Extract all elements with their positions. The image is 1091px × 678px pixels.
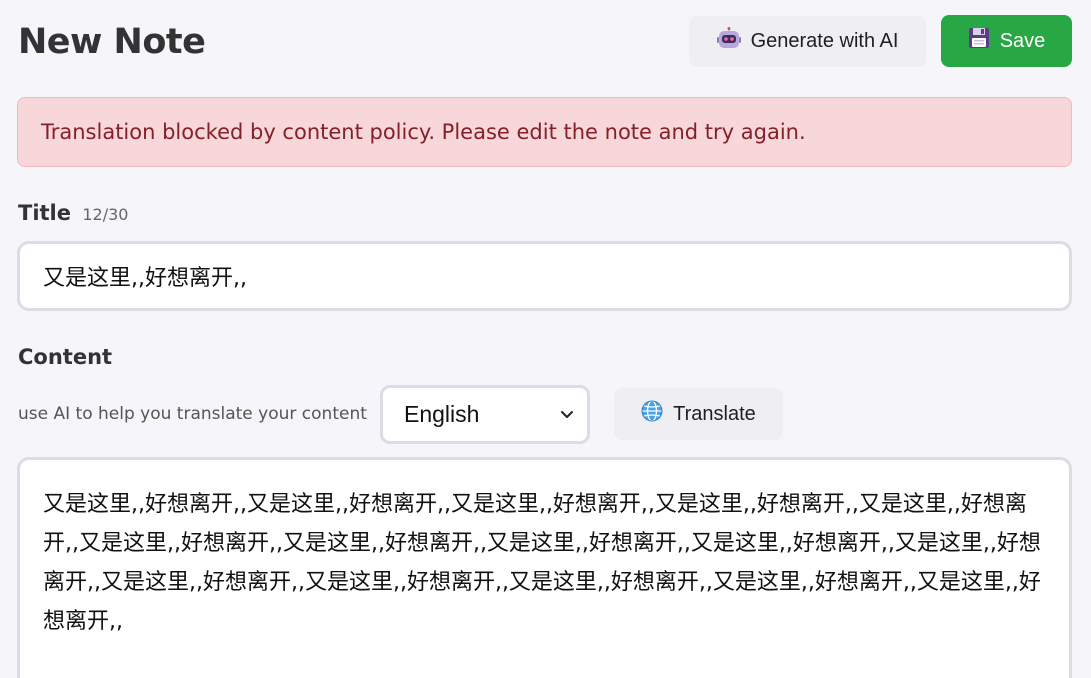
- error-alert: Translation blocked by content policy. P…: [17, 97, 1072, 167]
- content-label: Content: [18, 345, 113, 369]
- title-label: Title 12/30: [18, 201, 128, 225]
- generate-with-ai-button[interactable]: Generate with AI: [689, 16, 926, 67]
- title-input[interactable]: [17, 241, 1072, 311]
- translate-label: Translate: [673, 402, 756, 425]
- floppy-disk-icon: [968, 27, 990, 55]
- title-char-counter: 12/30: [82, 205, 129, 224]
- language-select[interactable]: English: [380, 385, 590, 444]
- title-label-text: Title: [18, 201, 72, 225]
- save-button[interactable]: Save: [941, 15, 1072, 67]
- generate-with-ai-label: Generate with AI: [750, 30, 899, 52]
- robot-icon: [716, 26, 741, 57]
- new-note-page: New Note Generate with AI Save Translati…: [0, 0, 1091, 678]
- translate-button[interactable]: Translate: [614, 388, 783, 440]
- page-title: New Note: [18, 22, 206, 62]
- alert-message: Translation blocked by content policy. P…: [41, 120, 806, 144]
- language-selected-value: English: [404, 401, 480, 427]
- content-textarea[interactable]: 又是这里,,好想离开,,又是这里,,好想离开,,又是这里,,好想离开,,又是这里…: [17, 457, 1072, 678]
- globe-icon: [641, 400, 663, 428]
- chevron-down-icon: [559, 401, 575, 428]
- translate-helper-text: use AI to help you translate your conten…: [18, 404, 367, 424]
- save-label: Save: [999, 29, 1046, 52]
